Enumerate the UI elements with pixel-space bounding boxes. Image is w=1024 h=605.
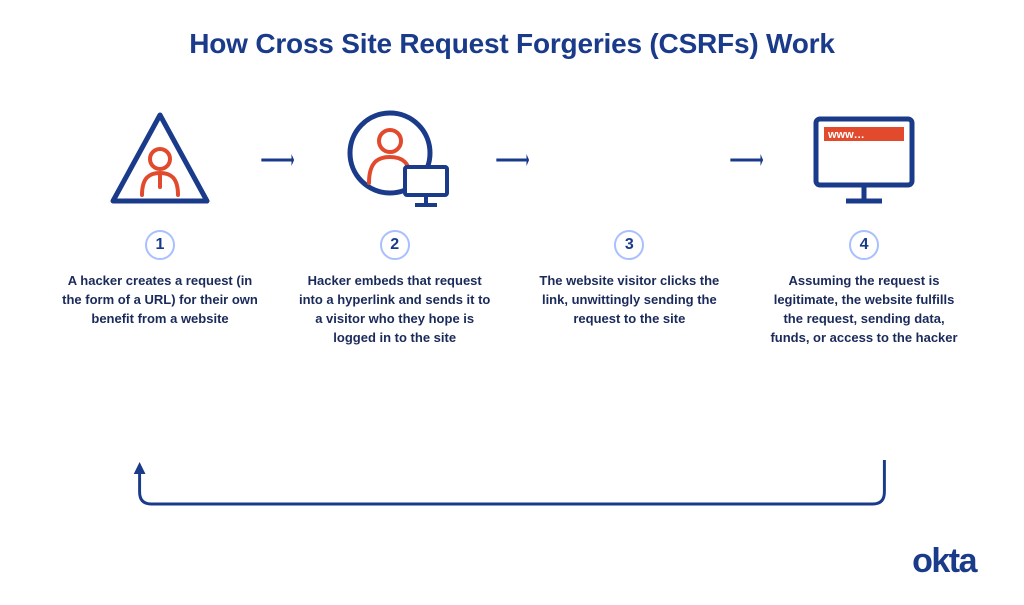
step-number-4: 4 bbox=[849, 230, 879, 260]
brand-logo: okta bbox=[912, 542, 976, 581]
spacer-icon bbox=[629, 100, 630, 220]
step-number-2: 2 bbox=[380, 230, 410, 260]
arrow-3-to-4-icon bbox=[729, 100, 764, 220]
step-text-4: Assuming the request is legitimate, the … bbox=[764, 272, 964, 347]
step-text-3: The website visitor clicks the link, unw… bbox=[529, 272, 729, 329]
website-monitor-icon: www… bbox=[804, 100, 924, 220]
flow-row: 1 A hacker creates a request (in the for… bbox=[60, 100, 964, 347]
step-3: 3 The website visitor clicks the link, u… bbox=[529, 100, 729, 329]
step-number-1: 1 bbox=[145, 230, 175, 260]
step-text-2: Hacker embeds that request into a hyperl… bbox=[295, 272, 495, 347]
arrow-1-to-2-icon bbox=[260, 100, 295, 220]
feedback-arrow-icon bbox=[120, 460, 904, 516]
arrow-2-to-3-icon bbox=[495, 100, 530, 220]
diagram-title: How Cross Site Request Forgeries (CSRFs)… bbox=[0, 28, 1024, 60]
svg-text:www…: www… bbox=[827, 129, 865, 141]
step-4: www… 4 Assuming the request is legitimat… bbox=[764, 100, 964, 347]
visitor-computer-icon bbox=[335, 100, 455, 220]
step-text-1: A hacker creates a request (in the form … bbox=[60, 272, 260, 329]
hacker-triangle-icon bbox=[105, 100, 215, 220]
step-number-3: 3 bbox=[614, 230, 644, 260]
step-2: 2 Hacker embeds that request into a hype… bbox=[295, 100, 495, 347]
step-1: 1 A hacker creates a request (in the for… bbox=[60, 100, 260, 329]
